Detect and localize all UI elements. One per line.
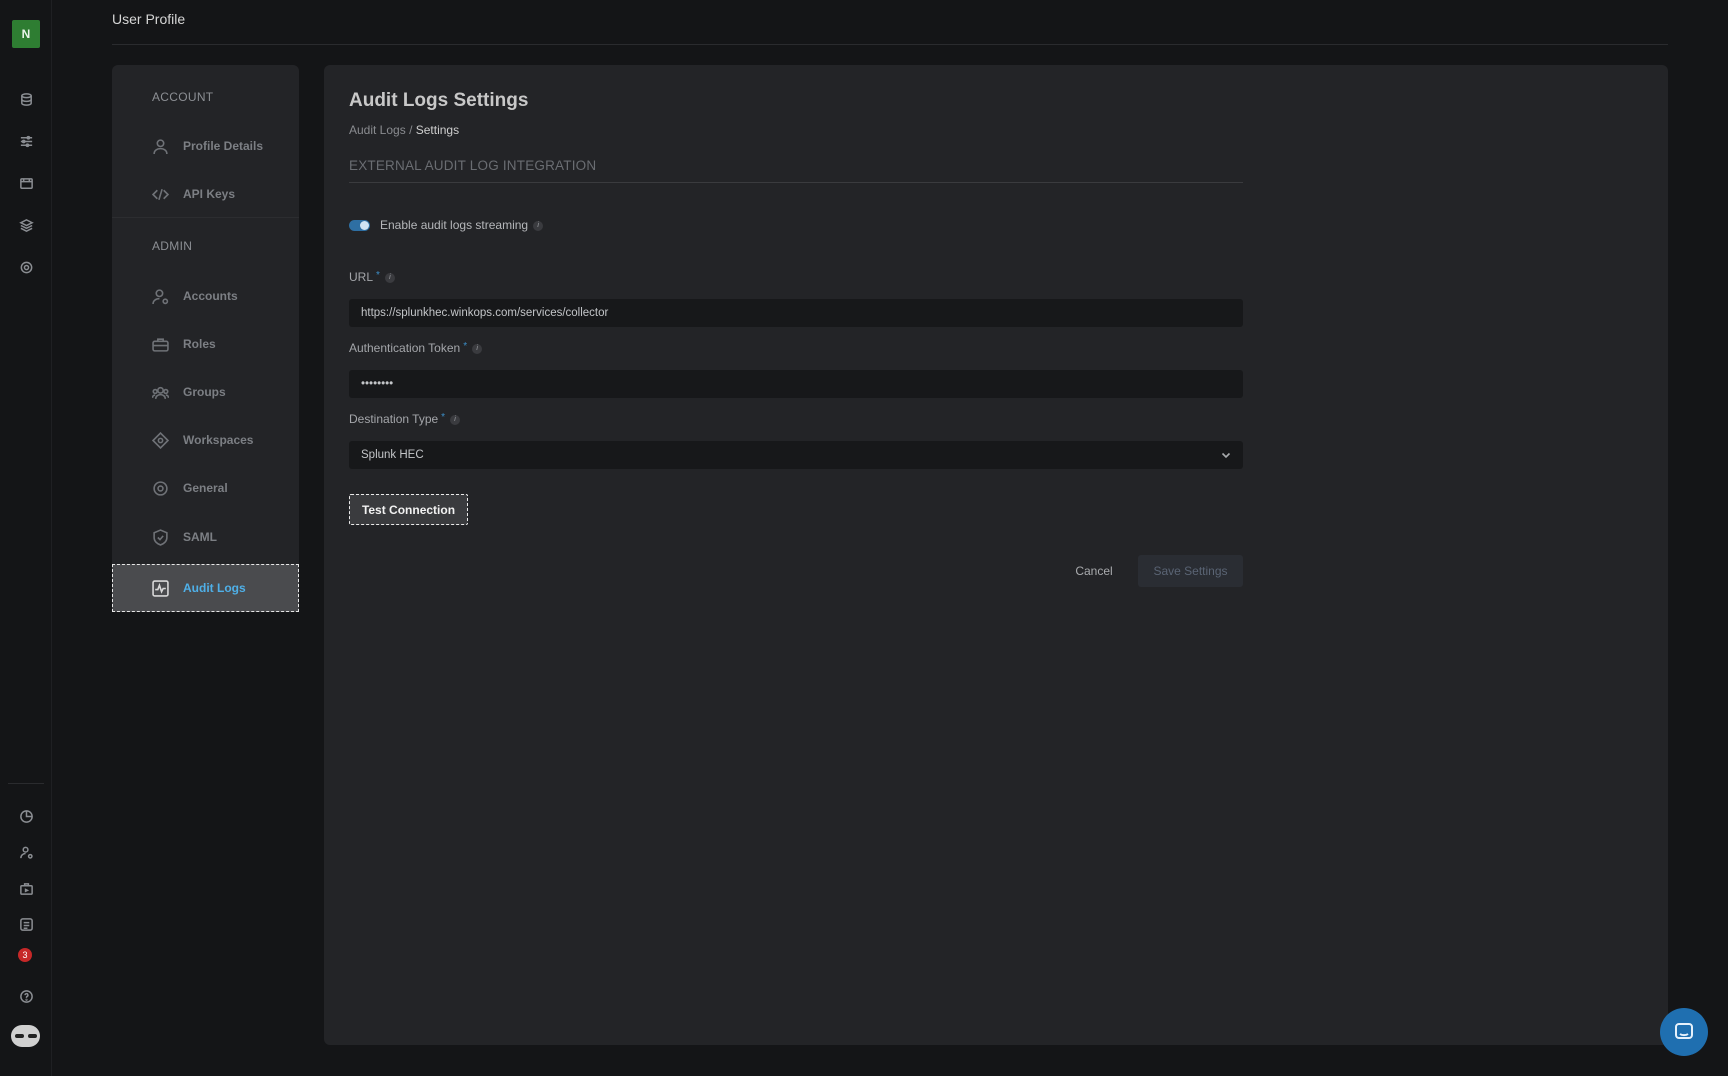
nav-item-profile-details[interactable]: Profile Details: [112, 125, 299, 167]
nav-item-label: Accounts: [183, 289, 238, 303]
info-icon[interactable]: i: [384, 272, 395, 283]
info-icon[interactable]: i: [450, 414, 461, 425]
nav-item-label: Profile Details: [183, 139, 264, 153]
nav-item-label: SAML: [183, 530, 217, 544]
required-marker: *: [441, 412, 446, 423]
nav-item-workspaces[interactable]: Workspaces: [112, 419, 299, 461]
chat-icon: [1675, 1023, 1693, 1039]
section-title: EXTERNAL AUDIT LOG INTEGRATION: [349, 158, 597, 173]
admin-heading: ADMIN: [152, 239, 193, 253]
user-settings-icon[interactable]: [16, 842, 36, 862]
breadcrumb-parent[interactable]: Audit Logs: [349, 123, 406, 137]
code-icon: [152, 188, 169, 200]
gear-icon: [153, 480, 168, 496]
cancel-button[interactable]: Cancel: [1064, 555, 1124, 587]
settings-nav: ACCOUNT Profile Details API Keys ADMIN A…: [112, 65, 299, 612]
destination-select-value: Splunk HEC: [361, 449, 424, 461]
destination-label: Destination Type * i: [349, 412, 461, 426]
page-heading: Audit Logs Settings: [349, 90, 529, 111]
nav-item-label: API Keys: [183, 187, 236, 201]
help-icon[interactable]: [16, 986, 36, 1006]
url-label-text: URL: [349, 270, 374, 284]
header-divider: [112, 44, 1668, 45]
chevron-down-icon: [1221, 450, 1231, 460]
test-connection-button[interactable]: Test Connection: [349, 494, 468, 525]
breadcrumb: Audit Logs / Settings: [349, 123, 459, 137]
url-input[interactable]: https://splunkhec.winkops.com/services/c…: [349, 299, 1243, 327]
info-icon[interactable]: i: [533, 220, 544, 231]
token-input[interactable]: ••••••••: [349, 370, 1243, 398]
nav-item-label: General: [183, 481, 228, 495]
briefcase-icon: [152, 337, 169, 352]
token-label-text: Authentication Token: [349, 341, 461, 355]
nav-item-general[interactable]: General: [112, 467, 299, 509]
settings-icon[interactable]: [16, 257, 36, 277]
nav-item-label: Roles: [183, 337, 216, 351]
nav-item-label: Audit Logs: [183, 581, 246, 595]
nav-item-roles[interactable]: Roles: [112, 323, 299, 365]
bot-icon[interactable]: [11, 1025, 40, 1047]
url-label: URL * i: [349, 270, 395, 284]
user-icon: [153, 138, 168, 154]
nav-item-audit-logs[interactable]: Audit Logs: [112, 564, 299, 612]
nav-item-groups[interactable]: Groups: [112, 371, 299, 413]
briefcase-icon[interactable]: [16, 878, 36, 898]
user-gear-icon: [152, 288, 169, 304]
nav-item-label: Workspaces: [183, 433, 254, 447]
nav-divider: [112, 217, 299, 218]
streaming-toggle[interactable]: [349, 220, 370, 231]
pie-chart-icon[interactable]: [16, 806, 36, 826]
required-marker: *: [376, 270, 380, 281]
page-title: User Profile: [112, 11, 186, 27]
nav-item-api-keys[interactable]: API Keys: [112, 173, 299, 215]
diamond-icon: [152, 431, 169, 449]
account-heading: ACCOUNT: [152, 90, 214, 104]
breadcrumb-separator: /: [409, 123, 413, 137]
layers-icon[interactable]: [16, 215, 36, 235]
toggle-label: Enable audit logs streaming i: [380, 218, 544, 232]
required-marker: *: [463, 341, 468, 352]
group-icon: [152, 386, 169, 399]
breadcrumb-current: Settings: [415, 123, 460, 137]
nav-item-accounts[interactable]: Accounts: [112, 275, 299, 317]
save-settings-button[interactable]: Save Settings: [1138, 555, 1243, 587]
destination-select[interactable]: Splunk HEC: [349, 441, 1243, 469]
nav-item-saml[interactable]: SAML: [112, 516, 299, 558]
section-divider: [349, 182, 1243, 183]
toggle-label-text: Enable audit logs streaming: [380, 218, 529, 232]
shield-icon: [153, 528, 168, 546]
rail-divider: [8, 783, 44, 784]
activity-icon: [152, 579, 169, 597]
destination-label-text: Destination Type: [349, 412, 439, 426]
sliders-icon[interactable]: [16, 131, 36, 151]
info-icon[interactable]: i: [472, 343, 483, 354]
database-icon[interactable]: [16, 89, 36, 109]
nav-item-label: Groups: [183, 385, 226, 399]
main-panel: Audit Logs Settings Audit Logs / Setting…: [324, 65, 1668, 1045]
left-rail: N 3: [0, 0, 52, 1076]
notification-badge[interactable]: 3: [18, 948, 32, 962]
chat-button[interactable]: [1660, 1008, 1708, 1056]
list-icon[interactable]: [16, 914, 36, 934]
calendar-icon[interactable]: [16, 173, 36, 193]
token-label: Authentication Token * i: [349, 341, 483, 355]
avatar[interactable]: N: [12, 20, 40, 48]
